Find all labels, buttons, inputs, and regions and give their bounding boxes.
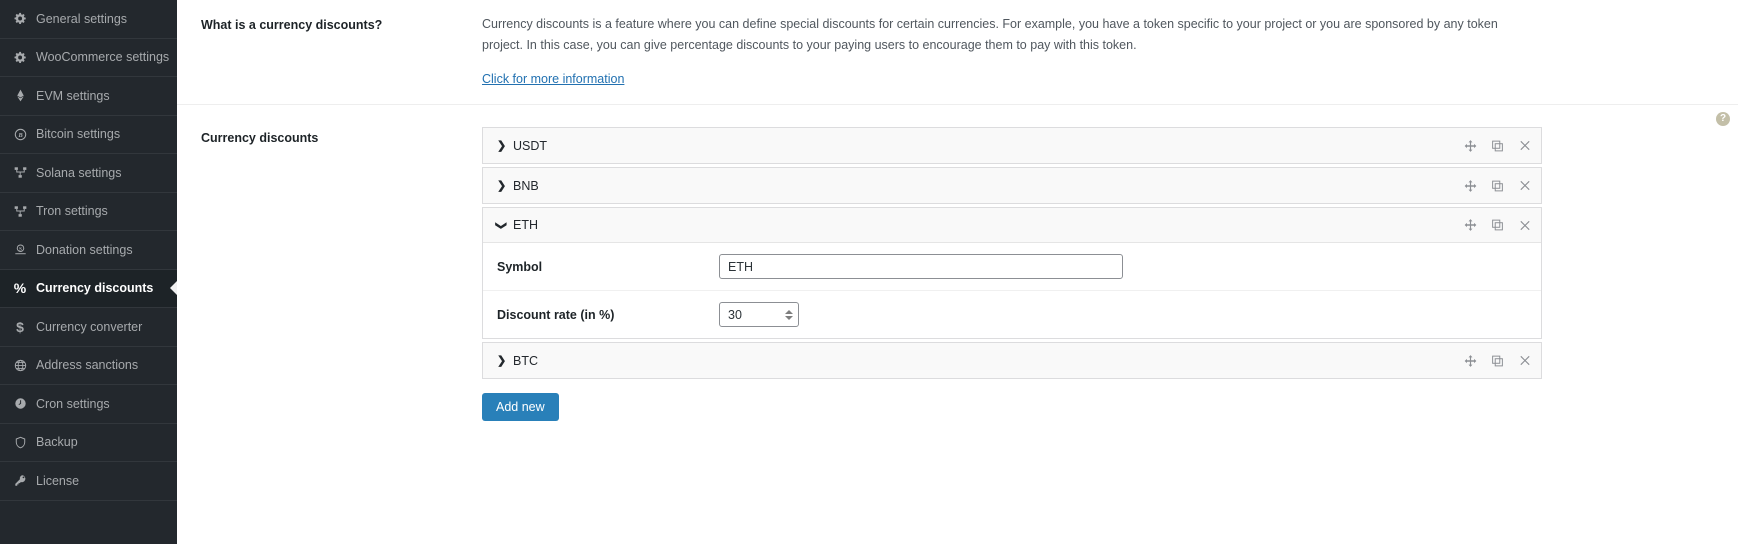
chevron-right-icon[interactable]: ❯ [497,139,506,152]
close-icon[interactable] [1518,219,1531,232]
sidebar-item-address-sanctions[interactable]: Address sanctions [0,347,177,385]
sidebar-item-label: License [36,473,80,488]
discount-group-tools [1464,354,1531,367]
discount-group-header[interactable]: ❯ USDT [483,128,1541,163]
sidebar-item-backup[interactable]: Backup [0,424,177,462]
sidebar-item-label: Currency converter [36,319,143,334]
active-indicator-arrow [170,280,177,297]
discount-group-header[interactable]: ❯ BNB [483,168,1541,203]
sidebar-item-cron-settings[interactable]: Cron settings [0,385,177,424]
sidebar-item-evm-settings[interactable]: EVM settings [0,77,177,116]
key-icon [10,474,30,487]
discount-group-header[interactable]: ❯ BTC [483,343,1541,378]
sidebar-item-label: EVM settings [36,88,110,103]
discount-group-body: Symbol Discount rate (in %) [483,243,1541,339]
currency-discounts-section: ? Currency discounts ❯ USDT ❯ BNB ❯ ETH Symbol… [177,105,1738,422]
clock-icon [10,397,30,410]
info-section-body: Currency discounts is a feature where yo… [482,14,1738,88]
discount-group-title: ETH [513,218,538,233]
sidebar-item-bitcoin-settings[interactable]: B Bitcoin settings [0,116,177,154]
discount-group-title: BTC [513,353,538,368]
discount-group: ❯ BTC [482,342,1542,380]
spinner-down-icon[interactable] [784,315,793,320]
network-icon [10,166,30,179]
duplicate-icon[interactable] [1491,179,1504,192]
sidebar-item-woocommerce-settings[interactable]: WooCommerce settings [0,39,177,77]
field-row: Symbol [483,243,1541,292]
question-mark-icon[interactable]: ? [1716,112,1730,127]
spinner-up-icon[interactable] [784,309,793,314]
sidebar-item-currency-discounts[interactable]: % Currency discounts [0,269,177,308]
add-new-button[interactable]: Add new [482,393,559,422]
svg-text:B: B [17,132,23,139]
app-root: General settings WooCommerce settings EVM … [0,0,1738,544]
sidebar-item-general-settings[interactable]: General settings [0,0,177,39]
currency-discounts-label: Currency discounts [201,131,319,146]
sidebar-item-label: WooCommerce settings [36,50,170,65]
gear-icon [10,12,30,25]
discount-group: ❯ ETH Symbol Discount rate (in %) [482,207,1542,340]
duplicate-icon[interactable] [1491,219,1504,232]
close-icon[interactable] [1518,139,1531,152]
move-icon[interactable] [1464,139,1477,152]
sidebar-item-label: Tron settings [36,204,108,219]
sidebar-item-currency-converter[interactable]: $ Currency converter [0,308,177,347]
currency-discounts-body: ❯USDT❯BNB❯ETHSymbolDiscount rate (in %)❯… [482,127,1738,422]
discount-group-title: USDT [513,138,548,153]
move-icon[interactable] [1464,179,1477,192]
sidebar-item-label: Solana settings [36,165,122,180]
chevron-right-icon[interactable]: ❯ [497,179,506,192]
sidebar-item-label: Address sanctions [36,358,139,373]
discount-group-title: BNB [513,178,539,193]
discount-group: ❯ USDT [482,127,1542,165]
symbol-input[interactable] [719,254,1123,280]
sidebar-item-label: Cron settings [36,396,110,411]
sidebar-item-label: General settings [36,11,128,26]
duplicate-icon[interactable] [1491,354,1504,367]
discount-group-tools [1464,139,1531,152]
sidebar-item-label: Donation settings [36,242,133,257]
discount-group: ❯ BNB [482,167,1542,205]
duplicate-icon[interactable] [1491,139,1504,152]
chevron-right-icon[interactable]: ❯ [497,354,506,367]
info-description: Currency discounts is a feature where yo… [482,17,1498,52]
network-icon [10,205,30,218]
info-section-label: What is a currency discounts? [201,18,383,32]
dollar-icon: $ [16,318,24,335]
close-icon[interactable] [1518,354,1531,367]
move-icon[interactable] [1464,354,1477,367]
sidebar: General settings WooCommerce settings EVM … [0,0,177,544]
discount-group-header[interactable]: ❯ ETH [483,208,1541,244]
sidebar-item-label: Currency discounts [36,281,154,296]
move-icon[interactable] [1464,219,1477,232]
chevron-down-icon[interactable]: ❯ [495,221,508,230]
sidebar-item-tron-settings[interactable]: Tron settings [0,193,177,231]
sidebar-item-license[interactable]: License [0,462,177,501]
discount-group-tools [1464,179,1531,192]
percent-icon: % [13,280,27,297]
field-label: Discount rate (in %) [497,307,615,322]
field-row: Discount rate (in %) [483,291,1541,338]
ethereum-icon [10,89,30,102]
globe-icon [10,359,30,372]
svg-text:S: S [19,247,22,253]
gear-icon [10,51,30,64]
more-information-link[interactable]: Click for more information [482,72,624,86]
sidebar-item-label: Backup [36,435,78,450]
close-icon[interactable] [1518,179,1531,192]
discount-repeater: ❯USDT❯BNB❯ETHSymbolDiscount rate (in %)❯… [482,127,1542,380]
sidebar-item-label: Bitcoin settings [36,127,121,142]
bitcoin-icon: B [10,128,30,141]
discount-group-tools [1464,219,1531,232]
spinner-arrows-icon[interactable] [783,309,794,320]
discount-rate-stepper [719,302,799,328]
donation-icon: S [10,243,30,256]
main-content: What is a currency discounts? Currency d… [177,0,1738,544]
sidebar-item-donation-settings[interactable]: S Donation settings [0,231,177,270]
sidebar-item-solana-settings[interactable]: Solana settings [0,154,177,193]
shield-icon [10,436,30,449]
field-label: Symbol [497,259,543,274]
info-section: What is a currency discounts? Currency d… [177,0,1738,106]
